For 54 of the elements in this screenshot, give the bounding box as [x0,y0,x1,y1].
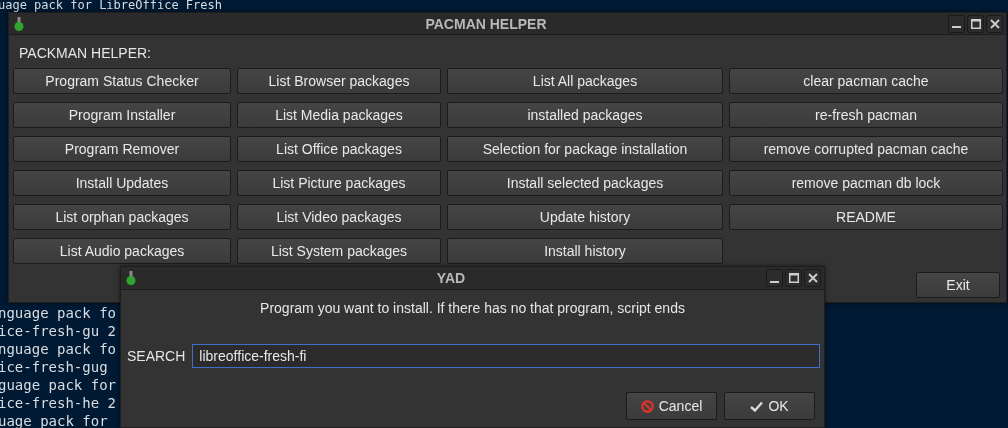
flask-icon [14,16,24,31]
maximize-button[interactable] [785,269,802,287]
window-title: YAD [435,270,467,286]
search-field[interactable]: libreoffice-fresh-fi [192,344,820,368]
action-button[interactable]: Install selected packages [447,170,723,196]
close-button[interactable] [986,14,1003,33]
flask-icon [126,271,136,285]
close-button[interactable] [804,269,821,287]
terminal-line: nguage pack fo [0,340,117,358]
exit-button[interactable]: Exit [916,272,1000,298]
minimize-button[interactable] [948,14,965,33]
window-title: PACMAN HELPER [424,15,548,32]
action-button[interactable]: Install Updates [13,170,231,196]
ok-button[interactable]: OK [724,392,815,420]
action-button[interactable]: Update history [447,204,723,230]
section-heading: PACKMAN HELPER: [18,45,152,61]
action-button[interactable]: List Picture packages [237,170,441,196]
close-icon [807,273,818,283]
terminal-line: ice-fresh-he 2 [0,394,117,412]
action-button[interactable]: List Browser packages [237,68,441,94]
action-button[interactable]: re-fresh pacman [729,102,1003,128]
terminal-line: nguage pack fo [0,304,117,322]
action-button[interactable]: clear pacman cache [729,68,1003,94]
action-button[interactable]: remove pacman db lock [729,170,1003,196]
minimize-icon [952,26,961,28]
action-button[interactable]: Selection for package installation [447,136,723,162]
action-button[interactable]: remove corrupted pacman cache [729,136,1003,162]
action-button[interactable]: List orphan packages [13,204,231,230]
action-button[interactable]: List Office packages [237,136,441,162]
action-button[interactable]: README [729,204,1003,230]
action-button[interactable]: List Audio packages [13,238,231,264]
action-button[interactable]: Install history [447,238,723,264]
action-button[interactable]: Program Remover [13,136,231,162]
close-icon [989,18,1000,29]
action-button[interactable]: List All packages [447,68,723,94]
action-button[interactable]: List Media packages [237,102,441,128]
minimize-icon [770,280,779,283]
cancel-button[interactable]: Cancel [626,392,717,420]
search-label: SEARCH [126,348,186,364]
maximize-button[interactable] [967,14,984,33]
checkmark-icon [750,400,764,412]
terminal-line: uage pack for LibreOffice Fresh [0,0,222,11]
action-button[interactable]: Program Installer [13,102,231,128]
prompt-message: Program you want to install. If there has no that program, script ends [259,300,686,316]
terminal-line: ice-fresh-gug [0,358,109,376]
action-button[interactable]: List Video packages [237,204,441,230]
action-button[interactable]: Program Status Checker [13,68,231,94]
terminal-line: ice-fresh-gu 2 [0,322,117,340]
minimize-button[interactable] [766,269,783,287]
maximize-icon [970,18,981,29]
cancel-icon [640,399,654,413]
action-button[interactable]: installed packages [447,102,723,128]
maximize-icon [788,273,799,283]
action-button[interactable]: List System packages [237,238,441,264]
